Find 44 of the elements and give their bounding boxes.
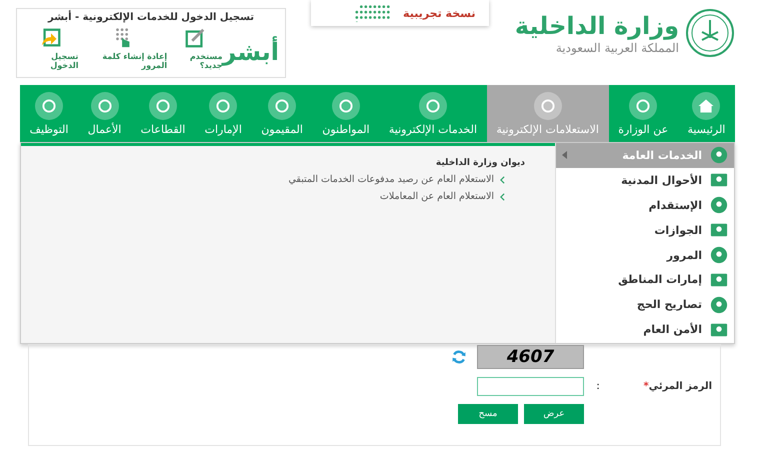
edit-icon bbox=[184, 27, 206, 49]
absher-logo[interactable]: أبشر bbox=[222, 34, 280, 70]
nav-tab[interactable]: التوظيف bbox=[20, 85, 78, 142]
home-icon bbox=[692, 92, 720, 120]
category-menu-item[interactable]: الجوازات bbox=[556, 218, 734, 243]
nav-tab[interactable]: الأعمال bbox=[78, 85, 132, 142]
category-menu-item[interactable]: الأمن العام bbox=[556, 317, 734, 342]
caret-icon bbox=[562, 151, 567, 160]
chevron-icon bbox=[500, 192, 505, 200]
chevron-icon bbox=[500, 176, 505, 184]
category-menu-item[interactable]: المرور bbox=[556, 242, 734, 268]
category-menu-item[interactable]: تصاريح الحج bbox=[556, 292, 734, 318]
category-menu-item[interactable]: الإستقدام bbox=[556, 192, 734, 218]
captcha-input[interactable] bbox=[477, 377, 584, 396]
country-name: المملكة العربية السعودية bbox=[554, 41, 679, 55]
absher-action-link[interactable]: تسجيل الدخول bbox=[23, 27, 78, 70]
captcha-label: الرمز المرئي* bbox=[643, 381, 712, 392]
refresh-icon[interactable] bbox=[451, 349, 467, 365]
banner-card[interactable]: نسخة تجريبية bbox=[311, 0, 490, 26]
nav-tab[interactable]: عن الوزارة bbox=[608, 85, 678, 142]
inquiry-link[interactable]: الاستعلام العام عن المعاملات bbox=[21, 191, 525, 202]
form-button[interactable]: عرض bbox=[524, 404, 584, 424]
absher-action-link[interactable]: إعادة إنشاء كلمة المرور bbox=[78, 27, 168, 70]
nav-tab[interactable]: الإمارات bbox=[194, 85, 252, 142]
absher-action-link[interactable]: مستخدم جديد؟ bbox=[167, 27, 222, 70]
nav-tab[interactable]: الاستعلامات الإلكترونية bbox=[486, 85, 609, 142]
nav-tab[interactable]: الرئيسية bbox=[678, 85, 735, 142]
group-title: ديوان وزارة الداخلية bbox=[434, 158, 525, 168]
dots-pattern-icon bbox=[355, 4, 392, 22]
category-menu-item[interactable]: الخدمات العامة bbox=[556, 143, 734, 168]
nav-tab[interactable]: المواطنون bbox=[312, 85, 380, 142]
colon-text: : bbox=[596, 381, 600, 392]
nav-tab[interactable]: القطاعات bbox=[131, 85, 195, 142]
category-menu-item[interactable]: إمارات المناطق bbox=[556, 267, 734, 292]
login-icon bbox=[40, 27, 62, 49]
category-menu-item[interactable]: الأحوال المدنية bbox=[556, 168, 734, 193]
nav-tab[interactable]: المقيمون bbox=[252, 85, 313, 142]
nav-tab[interactable]: الخدمات الإلكترونية bbox=[379, 85, 487, 142]
absher-title: تسجيل الدخول للخدمات الإلكترونية - أبشر bbox=[46, 12, 256, 23]
banner-subtitle: نسخة تجريبية bbox=[403, 6, 476, 20]
ministry-name: وزارة الداخلية bbox=[514, 11, 679, 41]
captcha-image: 4607 bbox=[477, 345, 584, 369]
inquiry-link[interactable]: الاستعلام العام عن رصيد مدفوعات الخدمات المتبقي bbox=[21, 174, 525, 185]
form-button[interactable]: مسح bbox=[458, 404, 518, 424]
